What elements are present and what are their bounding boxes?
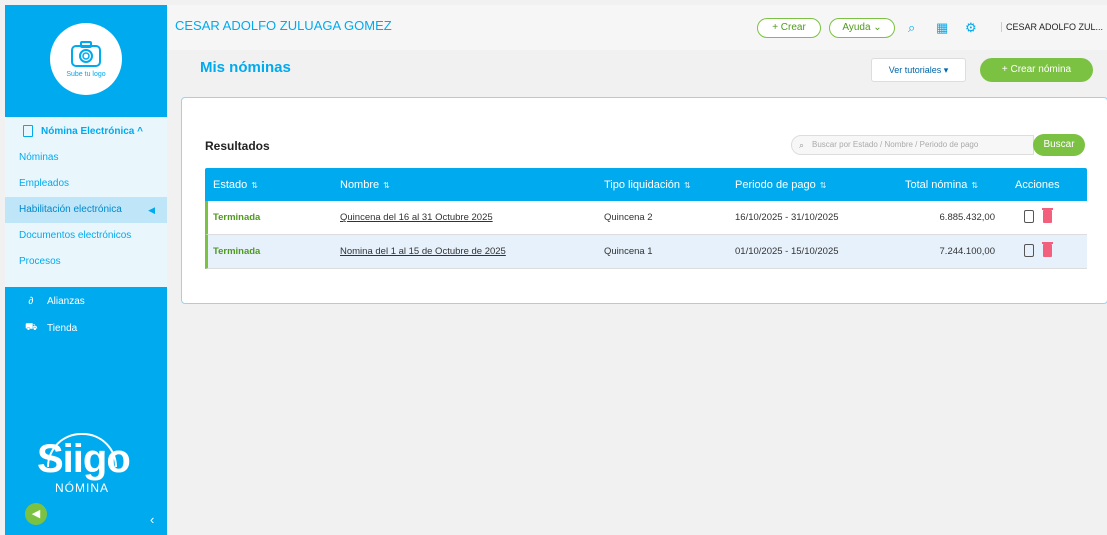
cart-icon: ⛟ bbox=[25, 322, 38, 333]
collapse-sidebar-icon[interactable]: ‹ bbox=[150, 512, 154, 527]
pay-period: 16/10/2025 - 31/10/2025 bbox=[735, 212, 839, 223]
menu-section-payroll[interactable]: Nómina Electrónica ^ bbox=[5, 117, 167, 145]
payroll-table: Estado ⇅ Nombre ⇅ Tipo liquidación ⇅ Period… bbox=[205, 168, 1087, 269]
brand-sub: NÓMINA bbox=[55, 481, 109, 495]
sidebar: Sube tu logo Nómina Electrónica ^ Nómina… bbox=[5, 5, 167, 535]
liquidation-type: Quincena 2 bbox=[604, 212, 653, 223]
document-icon bbox=[23, 125, 33, 137]
create-button[interactable]: + Crear bbox=[757, 18, 821, 38]
trash-icon[interactable] bbox=[1042, 242, 1053, 257]
search-placeholder: Buscar por Estado / Nombre / Periodo de … bbox=[812, 140, 979, 149]
table-row[interactable]: Terminada Quincena del 16 al 31 Octubre … bbox=[205, 201, 1087, 235]
results-card: Resultados ⌕ Buscar por Estado / Nombre … bbox=[181, 97, 1107, 304]
column-label: Tipo liquidación bbox=[604, 178, 681, 191]
column-label: Estado bbox=[213, 178, 248, 191]
copy-icon[interactable] bbox=[1024, 244, 1034, 257]
camera-icon bbox=[71, 40, 101, 67]
sidebar-item-label: Tienda bbox=[47, 323, 78, 334]
sidebar-item-label: Habilitación electrónica bbox=[19, 204, 122, 215]
column-label: Nombre bbox=[340, 178, 380, 191]
link-icon: ∂ bbox=[28, 296, 34, 307]
sidebar-item-tienda[interactable]: ⛟ Tienda bbox=[5, 315, 167, 342]
secondary-menu: ∂ Alianzas ⛟ Tienda bbox=[5, 288, 167, 342]
column-acciones: Acciones bbox=[1015, 178, 1060, 191]
create-payroll-button[interactable]: + Crear nómina bbox=[980, 58, 1093, 82]
gear-icon[interactable]: ⚙ bbox=[965, 20, 977, 36]
column-label: Total nómina bbox=[905, 178, 968, 191]
liquidation-type: Quincena 1 bbox=[604, 246, 653, 257]
pay-period: 01/10/2025 - 15/10/2025 bbox=[735, 246, 839, 257]
payroll-total: 6.885.432,00 bbox=[939, 212, 995, 223]
company-name: CESAR ADOLFO ZULUAGA GOMEZ bbox=[175, 18, 392, 33]
search-button[interactable]: Buscar bbox=[1033, 134, 1085, 156]
column-nombre[interactable]: Nombre ⇅ bbox=[340, 179, 390, 191]
column-periodo[interactable]: Periodo de pago ⇅ bbox=[735, 179, 826, 191]
help-button[interactable]: Ayuda ⌄ bbox=[829, 18, 895, 38]
payroll-menu: Nómina Electrónica ^ Nóminas Empleados H… bbox=[5, 117, 167, 287]
user-menu[interactable]: CESAR ADOLFO ZUL... bbox=[1001, 22, 1103, 32]
sidebar-item-empleados[interactable]: Empleados bbox=[5, 171, 167, 197]
trash-icon[interactable] bbox=[1042, 208, 1053, 223]
payroll-name-link[interactable]: Nomina del 1 al 15 de Octubre de 2025 bbox=[340, 246, 506, 257]
logo-area: Sube tu logo bbox=[5, 5, 167, 113]
sort-icon: ⇅ bbox=[383, 180, 390, 190]
payroll-total: 7.244.100,00 bbox=[939, 246, 995, 257]
payroll-name-link[interactable]: Quincena del 16 al 31 Octubre 2025 bbox=[340, 212, 493, 223]
sidebar-item-nominas[interactable]: Nóminas bbox=[5, 145, 167, 171]
search-icon[interactable]: ⌕ bbox=[908, 20, 915, 36]
siigo-logo: Siigo NÓMINA bbox=[37, 433, 131, 495]
sort-icon: ⇅ bbox=[819, 180, 827, 190]
column-total[interactable]: Total nómina ⇅ bbox=[905, 179, 978, 191]
column-tipo[interactable]: Tipo liquidación ⇅ bbox=[604, 179, 691, 191]
column-estado[interactable]: Estado ⇅ bbox=[213, 179, 258, 191]
sidebar-item-habilitacion[interactable]: Habilitación electrónica ◀ bbox=[5, 197, 167, 223]
sort-icon: ⇅ bbox=[684, 180, 691, 190]
sort-icon: ⇅ bbox=[971, 180, 979, 190]
calendar-icon[interactable]: ▦ bbox=[936, 20, 948, 36]
tutorials-dropdown[interactable]: Ver tutoriales ▾ bbox=[871, 58, 966, 82]
topbar: CESAR ADOLFO ZULUAGA GOMEZ + Crear Ayuda… bbox=[167, 5, 1107, 50]
status-badge: Terminada bbox=[213, 246, 261, 257]
sidebar-item-procesos[interactable]: Procesos bbox=[5, 249, 167, 275]
logo-label: Sube tu logo bbox=[66, 70, 106, 78]
search-input[interactable]: ⌕ Buscar por Estado / Nombre / Periodo d… bbox=[791, 135, 1034, 155]
sidebar-item-documentos[interactable]: Documentos electrónicos bbox=[5, 223, 167, 249]
results-title: Resultados bbox=[205, 139, 270, 153]
status-badge: Terminada bbox=[213, 212, 261, 223]
sort-icon: ⇅ bbox=[251, 180, 258, 190]
sidebar-item-alianzas[interactable]: ∂ Alianzas bbox=[5, 288, 167, 315]
caret-left-icon: ◀ bbox=[148, 205, 155, 215]
megaphone-icon[interactable]: ◀ bbox=[25, 503, 47, 525]
search-icon: ⌕ bbox=[799, 140, 805, 150]
sidebar-item-label: Alianzas bbox=[47, 296, 85, 307]
page-title: Mis nóminas bbox=[200, 59, 291, 76]
copy-icon[interactable] bbox=[1024, 210, 1034, 223]
table-header: Estado ⇅ Nombre ⇅ Tipo liquidación ⇅ Period… bbox=[205, 168, 1087, 201]
upload-logo-button[interactable]: Sube tu logo bbox=[50, 23, 122, 95]
table-row[interactable]: Terminada Nomina del 1 al 15 de Octubre … bbox=[205, 235, 1087, 269]
menu-section-title: Nómina Electrónica ^ bbox=[41, 125, 143, 137]
column-label: Periodo de pago bbox=[735, 178, 816, 191]
